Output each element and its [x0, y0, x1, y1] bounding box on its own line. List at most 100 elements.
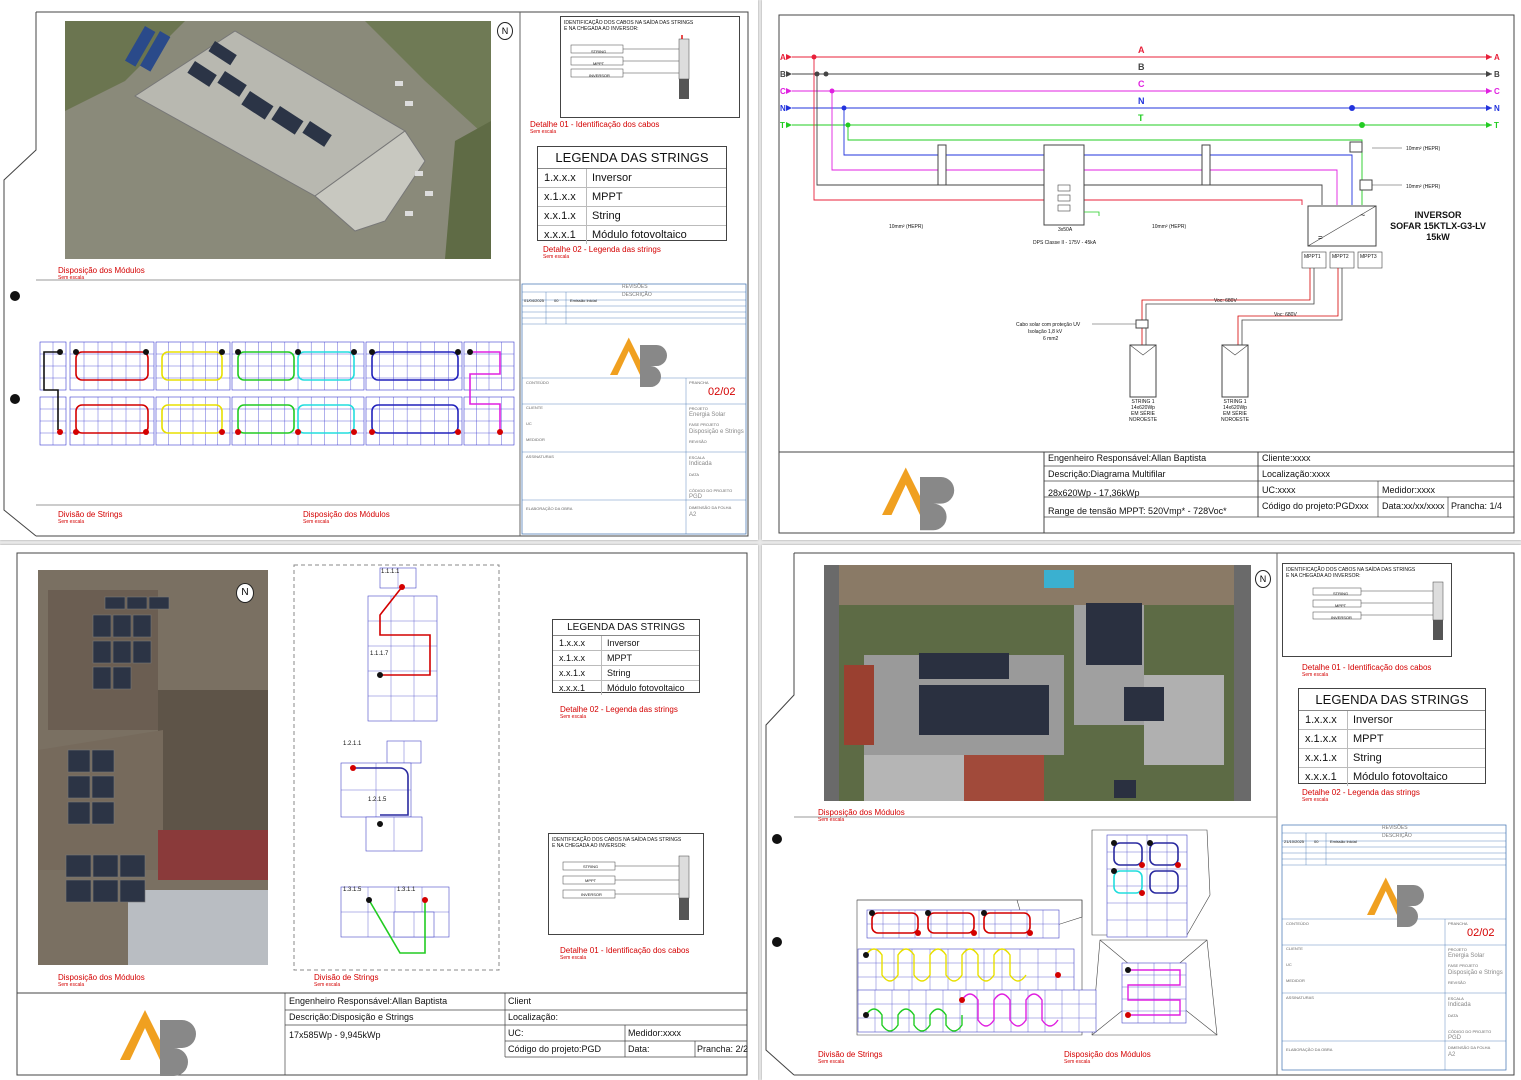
legend-row: x.x.x.1 Módulo fotovoltaico — [553, 681, 699, 695]
string-label: 1.1.1.1 — [381, 569, 400, 575]
tb-c-potencia: 17x585Wp - 9,945kWp — [289, 1030, 381, 1040]
string-terminal — [422, 897, 428, 903]
string-terminal — [925, 910, 931, 916]
string-terminal — [219, 349, 225, 355]
legend-row: x.1.x.x MPPT — [553, 651, 699, 666]
string-terminal — [399, 584, 405, 590]
string-terminal — [143, 429, 149, 435]
string-terminal — [73, 349, 79, 355]
tb-revisoes: REVISÕES — [622, 284, 648, 290]
tb-assinaturas-label: ASSINATURAS — [526, 454, 554, 459]
tb-b-potencia: 28x620Wp - 17,36kWp — [1048, 488, 1140, 498]
phase-label: A — [1138, 45, 1145, 55]
tb-d-data-label: DATA — [1448, 1013, 1459, 1018]
tb-d-cliente-label: CLIENTE — [1286, 946, 1303, 951]
string-terminal — [73, 429, 79, 435]
phase-label: T — [1494, 121, 1499, 130]
tb-d-dimensao-label: DIMENSÃO DA FOLHA — [1448, 1045, 1491, 1050]
tb-d-assinaturas-label: ASSINATURAS — [1286, 995, 1314, 1000]
cable-id-box-c: IDENTIFICAÇÃO DOS CABOS NA SAÍDA DAS STR… — [548, 833, 704, 935]
phase-label: N — [780, 104, 786, 113]
string-terminal — [57, 429, 63, 435]
dps-element — [1057, 194, 1071, 202]
tb-b-codigo: Código do projeto:PGDxxx — [1262, 501, 1369, 511]
tb-d-conteudo-label: CONTEÚDO — [1286, 921, 1309, 926]
pv-module — [1221, 344, 1249, 398]
tb-c-medidor: Medidor:xxxx — [628, 1028, 682, 1038]
string-terminal — [869, 910, 875, 916]
tb-d-rev-num: 00 — [1314, 839, 1319, 844]
string-terminal — [295, 349, 301, 355]
binder-hole — [772, 834, 782, 844]
tb-uc-label: UC — [526, 421, 532, 426]
string-label: 1.3.1.5 — [343, 887, 362, 893]
tb-c-data: Data: — [628, 1044, 650, 1054]
string-terminal — [57, 349, 63, 355]
voc-label: Voc: 680V — [1214, 298, 1237, 304]
legend-row: x.x.1.x String — [553, 666, 699, 681]
string-terminal — [351, 429, 357, 435]
string-terminal — [863, 1012, 869, 1018]
binder-hole — [10, 291, 20, 301]
tb-d-fase: Disposição e Strings — [1448, 970, 1503, 976]
string-terminal — [1139, 890, 1145, 896]
string-terminal — [369, 429, 375, 435]
tb-c-descricao: Descrição:Disposição e Strings — [289, 1012, 414, 1022]
string-terminal — [863, 952, 869, 958]
phase-label: B — [1494, 70, 1500, 79]
dps-label: DPS Classe II - 175V - 45kA — [1033, 240, 1097, 246]
string-info: NOROESTE — [1129, 417, 1158, 423]
phase-arrow — [786, 71, 792, 77]
module-block — [367, 595, 438, 722]
tb-d-prancha: 02/02 — [1467, 927, 1495, 939]
string-terminal — [366, 897, 372, 903]
string-terminal — [455, 429, 461, 435]
tb-conteudo-label: CONTEÚDO — [526, 380, 549, 385]
phase-arrow — [1486, 105, 1492, 111]
caption-detalhe01-c: Detalhe 02 - Legenda das strings Sem esca… — [560, 705, 678, 720]
cable-label: 10mm² (HEPR) — [1406, 184, 1441, 190]
string-terminal — [377, 672, 383, 678]
inverter-label: SOFAR 15KTLX-G3-LV — [1390, 221, 1486, 231]
legend-title: LEGENDA DAS STRINGS — [553, 620, 699, 636]
tb-dimensao-label: DIMENSÃO DA FOLHA — [689, 505, 732, 510]
tb-data-label: DATA — [689, 472, 700, 477]
tb-elaboracao-label: ELABORAÇÃO DA OBRA — [526, 506, 573, 511]
phase-arrow — [1486, 122, 1492, 128]
string-terminal — [467, 349, 473, 355]
string-label: 1.2.1.1 — [343, 741, 362, 747]
tb-d-escala-label: ESCALA — [1448, 996, 1464, 1001]
dc-cable — [1141, 268, 1311, 345]
string-info: EM SÉRIE — [1223, 410, 1248, 417]
tb-revisao-label: REVISÃO — [689, 439, 707, 444]
tb-d-escala: Indicada — [1448, 1002, 1471, 1008]
tb-b-cliente: Cliente:xxxx — [1262, 453, 1311, 463]
string-terminal — [143, 349, 149, 355]
tb-d-elaboracao-label: ELABORAÇÃO DA OBRA — [1286, 1047, 1333, 1052]
string-terminal — [1125, 1012, 1131, 1018]
tb-d-projeto: Energia Solar — [1448, 953, 1485, 959]
phase-junction — [823, 71, 829, 77]
logo-b — [920, 477, 955, 531]
cable-label-mppt: MPPT — [585, 878, 597, 883]
tb-b-engenheiro: Engenheiro Responsável:Allan Baptista — [1048, 453, 1207, 463]
tb-fase: Disposição e Strings — [689, 429, 744, 435]
dc-cable — [1237, 268, 1339, 345]
tb-codigo: PGD — [689, 494, 703, 500]
cable-label: 6 mm2 — [1043, 336, 1059, 342]
dps-element — [1057, 204, 1071, 212]
legend-row: 1.x.x.x Inversor — [553, 636, 699, 651]
logo-ab-b — [882, 467, 955, 531]
cable-marker — [1349, 141, 1363, 153]
cable-label: Cabo solar com proteção UV — [1016, 322, 1081, 328]
string-terminal — [497, 429, 503, 435]
string-terminal — [235, 349, 241, 355]
cable-id-drawing — [562, 855, 690, 920]
inverter-ac-symbol: ~ — [1360, 210, 1365, 220]
caption-disposicao-d2: Disposição dos Módulos Sem escala — [1064, 1050, 1151, 1065]
dc-cable — [1145, 268, 1315, 345]
string-terminal — [959, 997, 965, 1003]
tb-b-localizacao: Localização:xxxx — [1262, 469, 1331, 479]
tb-c-codigo: Código do projeto:PGD — [508, 1044, 602, 1054]
phase-label: B — [780, 70, 786, 79]
